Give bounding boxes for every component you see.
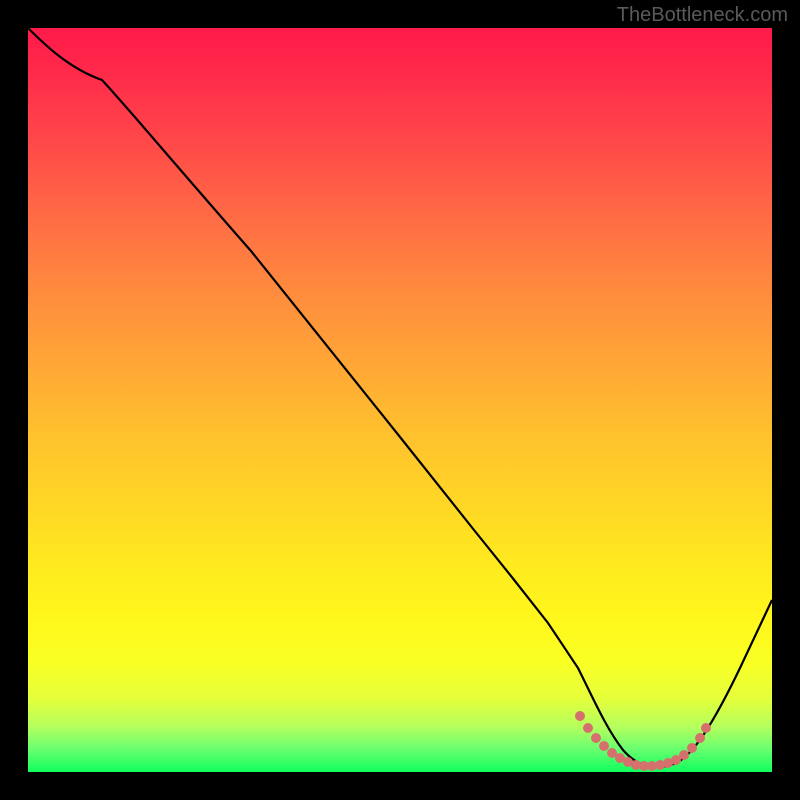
chart-svg xyxy=(28,28,772,772)
watermark-text: TheBottleneck.com xyxy=(617,4,788,27)
bottleneck-curve-line xyxy=(28,28,772,767)
optimal-band-dots xyxy=(575,711,711,771)
chart-plot-area xyxy=(28,28,772,772)
